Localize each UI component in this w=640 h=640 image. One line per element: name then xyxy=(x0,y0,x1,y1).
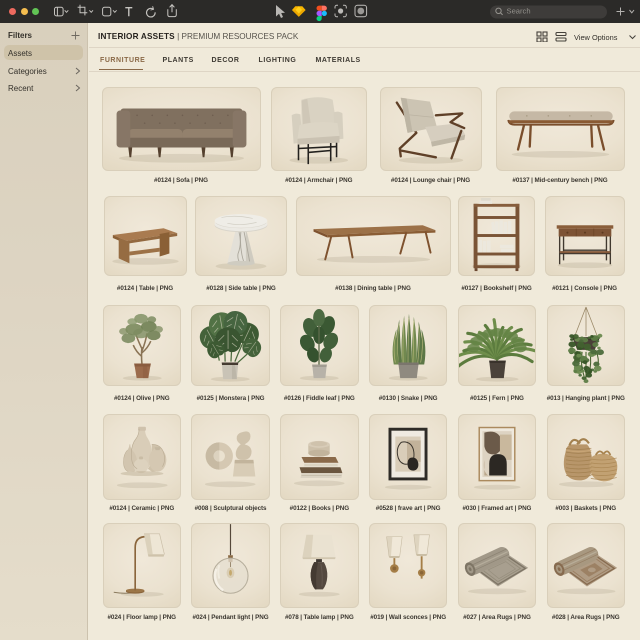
svg-text:Search: Search xyxy=(507,7,531,16)
